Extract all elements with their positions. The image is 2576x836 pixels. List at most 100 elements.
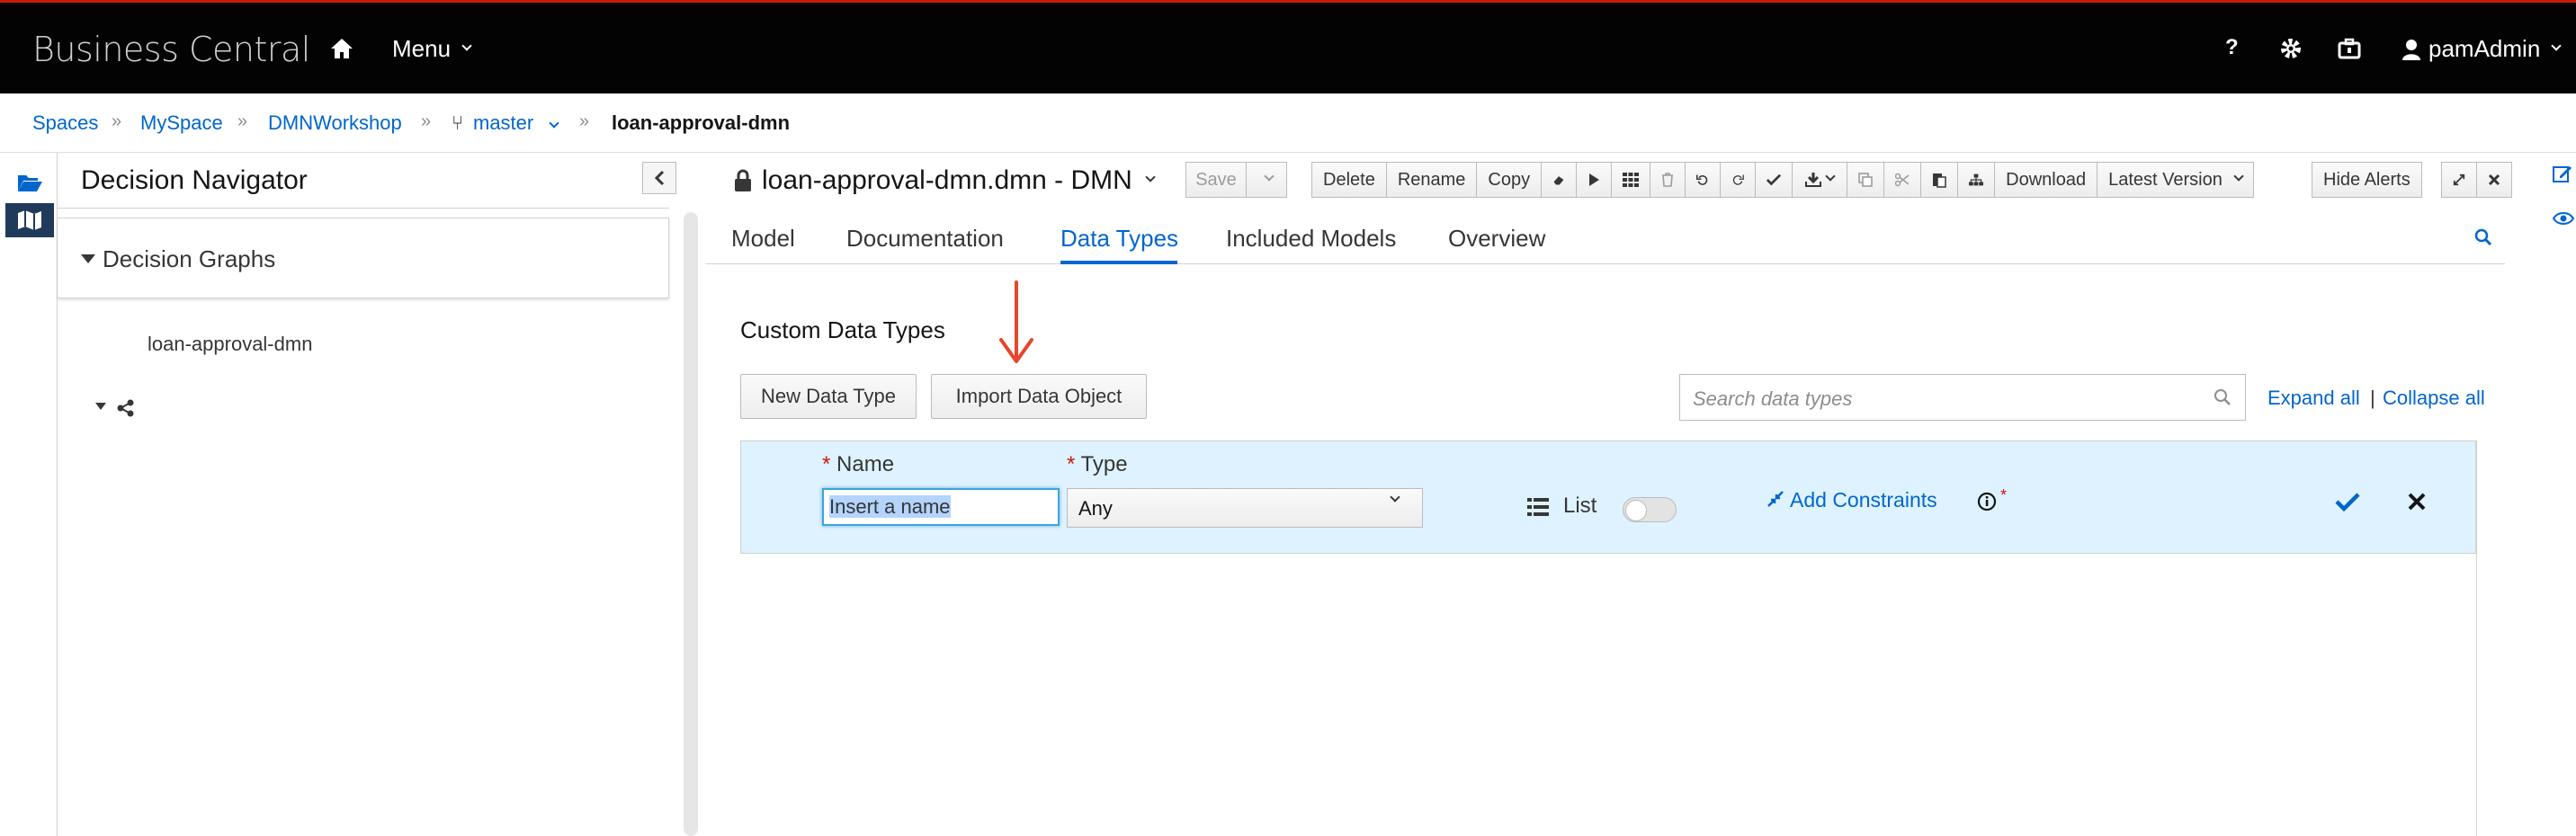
tree-item-loan-approval-dmn[interactable]: loan-approval-dmn	[148, 333, 312, 356]
save-button[interactable]: Save	[1185, 162, 1247, 198]
required-asterisk: *	[2000, 486, 2008, 504]
menu-label: Menu	[392, 35, 452, 62]
link-separator: |	[2370, 387, 2375, 409]
list-icon	[1527, 498, 1549, 516]
version-dropdown[interactable]: Latest Version	[2097, 162, 2254, 198]
copy-button[interactable]: Copy	[1476, 162, 1543, 198]
tab-included-models[interactable]: Included Models	[1226, 225, 1396, 253]
menu-dropdown[interactable]: Menu	[392, 35, 472, 63]
expand-all-link[interactable]: Expand all	[2267, 387, 2360, 410]
help-icon[interactable]: ?	[2225, 35, 2239, 60]
editor-title[interactable]: loan-approval-dmn.dmn - DMN	[733, 165, 1156, 196]
search-icon	[2214, 389, 2231, 405]
breadcrumb-branch[interactable]: master	[473, 111, 533, 135]
search-icon[interactable]	[2474, 228, 2492, 246]
editor-panel: loan-approval-dmn.dmn - DMN Save Delete …	[706, 153, 2512, 836]
name-input-value: Insert a name	[829, 495, 951, 518]
alerts-group: Hide Alerts	[2312, 162, 2422, 198]
share-nodes-icon	[117, 399, 134, 417]
edit-icon[interactable]	[2553, 164, 2572, 183]
grid-icon[interactable]	[1611, 162, 1651, 198]
chevron-down-icon	[1145, 172, 1156, 182]
close-icon[interactable]	[2407, 492, 2427, 511]
chevron-down-icon	[1390, 492, 1400, 502]
type-select[interactable]: Any	[1067, 488, 1423, 528]
data-types-content: Custom Data Types New Data Type Import D…	[706, 264, 2505, 836]
username: pamAdmin	[2428, 35, 2541, 62]
breadcrumb-myspace[interactable]: MySpace	[140, 111, 223, 135]
gear-icon[interactable]	[2279, 37, 2303, 67]
breadcrumb-current: loan-approval-dmn	[612, 111, 791, 134]
chevron-down-icon	[1264, 171, 1275, 182]
eraser-icon[interactable]	[1541, 162, 1578, 198]
redo-icon[interactable]	[1720, 162, 1757, 198]
list-label: List	[1563, 494, 1597, 518]
left-rail	[0, 153, 58, 836]
new-data-type-button[interactable]: New Data Type	[740, 374, 917, 419]
list-toggle[interactable]	[1623, 497, 1677, 522]
navigator-body: Decision Graphs loan-approval-dmn	[58, 209, 669, 836]
brand-logo[interactable]: Business Central	[32, 30, 310, 69]
sitemap-icon[interactable]	[1957, 162, 1996, 198]
add-constraints-link[interactable]: Add Constraints	[1790, 488, 1937, 512]
scissors-icon[interactable]	[1883, 162, 1922, 198]
caret-down-icon[interactable]	[95, 403, 106, 410]
name-label: * Name	[822, 452, 895, 476]
breadcrumb-spaces[interactable]: Spaces	[32, 111, 98, 135]
section-title: Custom Data Types	[740, 316, 945, 343]
import-data-object-button[interactable]: Import Data Object	[931, 374, 1147, 419]
delete-button[interactable]: Delete	[1311, 162, 1387, 198]
copy-icon[interactable]	[1847, 162, 1885, 198]
breadcrumb-dmnworkshop[interactable]: DMNWorkshop	[268, 111, 402, 135]
decision-graphs-title: Decision Graphs	[103, 245, 276, 272]
home-icon[interactable]	[329, 37, 354, 60]
tab-model[interactable]: Model	[731, 225, 795, 253]
trash-icon[interactable]	[1650, 162, 1686, 198]
tab-documentation[interactable]: Documentation	[846, 225, 1004, 253]
collapse-all-link[interactable]: Collapse all	[2383, 387, 2485, 410]
paste-icon[interactable]	[1920, 162, 1959, 198]
user-menu[interactable]: pamAdmin	[2402, 35, 2562, 63]
editor-toolbar: Delete Rename Copy Download Latest Versi…	[1311, 162, 2254, 198]
download-button[interactable]: Download	[1994, 162, 2098, 198]
search-data-types-input[interactable]: Search data types	[1679, 374, 2246, 421]
play-icon[interactable]	[1576, 162, 1613, 198]
name-input[interactable]: Insert a name	[822, 488, 1060, 526]
breadcrumb-separator: »	[421, 111, 432, 131]
eye-icon[interactable]	[2553, 210, 2574, 227]
tab-overview[interactable]: Overview	[1448, 225, 1545, 253]
decision-graphs-header[interactable]: Decision Graphs	[58, 218, 669, 298]
editor-tabs: Model Documentation Data Types Included …	[706, 209, 2505, 264]
annotation-arrow	[999, 280, 1033, 363]
info-icon[interactable]	[1977, 492, 1997, 511]
briefcase-icon[interactable]	[2337, 37, 2362, 67]
breadcrumb-separator: »	[112, 111, 122, 131]
caret-down-icon	[81, 254, 95, 263]
map-icon[interactable]	[5, 203, 54, 237]
data-type-row: * Name * Type Insert a name Any List Add…	[740, 440, 2476, 554]
chevron-down-icon	[461, 40, 472, 51]
check-icon[interactable]	[2335, 492, 2360, 511]
version-label: Latest Version	[2108, 169, 2223, 190]
expand-icon[interactable]	[2441, 162, 2477, 198]
breadcrumb-separator: »	[579, 111, 590, 131]
scrollbar[interactable]	[684, 212, 698, 836]
collapse-panel-button[interactable]	[642, 162, 676, 194]
chevron-down-icon	[1825, 171, 1836, 182]
download-options-button[interactable]	[1792, 162, 1848, 198]
hide-alerts-button[interactable]: Hide Alerts	[2312, 162, 2422, 198]
chevron-down-icon	[2233, 171, 2244, 182]
tab-data-types[interactable]: Data Types	[1060, 225, 1178, 253]
window-controls	[2441, 162, 2512, 198]
close-icon[interactable]	[2476, 162, 2512, 198]
rename-button[interactable]: Rename	[1385, 162, 1478, 198]
breadcrumb-separator: »	[237, 111, 248, 131]
save-options-button[interactable]	[1246, 162, 1287, 198]
undo-icon[interactable]	[1685, 162, 1722, 198]
folder-open-icon[interactable]	[5, 165, 54, 200]
scrollbar[interactable]	[2476, 440, 2501, 836]
lock-icon	[735, 169, 751, 191]
type-label: * Type	[1067, 452, 1128, 476]
check-icon[interactable]	[1755, 162, 1793, 198]
branch-icon: ⑂	[452, 111, 464, 134]
